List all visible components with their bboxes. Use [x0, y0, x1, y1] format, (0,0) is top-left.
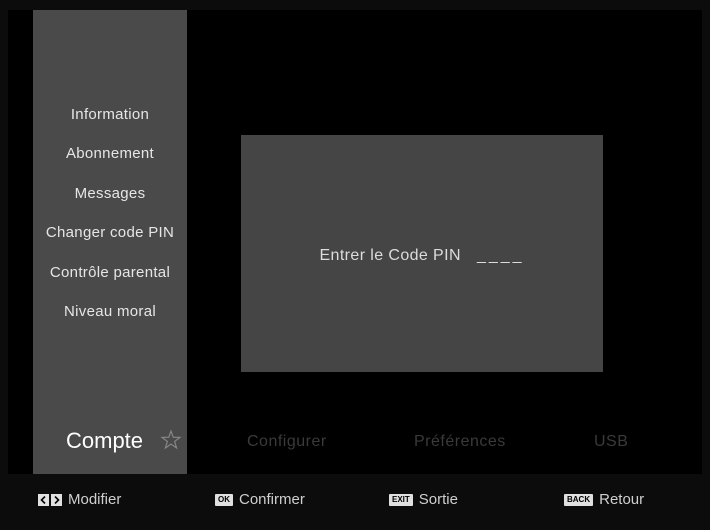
hint-sortie: EXIT Sortie	[389, 491, 458, 508]
sidebar-item-information[interactable]: Information	[33, 106, 187, 123]
sidebar-item-niveau-moral[interactable]: Niveau moral	[33, 303, 187, 320]
exit-key-icon: EXIT	[389, 493, 413, 506]
pin-entry-row: Entrer le Code PIN ____	[241, 247, 603, 265]
hint-sortie-label: Sortie	[418, 491, 458, 508]
hint-retour: BACK Retour	[564, 491, 644, 508]
account-sidebar: Information Abonnement Messages Changer …	[33, 10, 187, 474]
tab-configurer[interactable]: Configurer	[247, 433, 327, 451]
arrow-right-icon	[51, 493, 62, 506]
hint-confirmer-label: Confirmer	[239, 491, 305, 508]
sidebar-item-messages[interactable]: Messages	[33, 185, 187, 202]
sidebar-item-controle-parental[interactable]: Contrôle parental	[33, 264, 187, 281]
pin-prompt-label: Entrer le Code PIN	[319, 247, 461, 264]
hint-retour-label: Retour	[599, 491, 645, 508]
arrow-left-icon	[38, 493, 49, 506]
star-icon	[160, 429, 182, 450]
pin-input[interactable]: ____	[477, 247, 525, 264]
hint-modifier: Modifier	[38, 491, 121, 508]
tab-usb[interactable]: USB	[594, 433, 628, 451]
hint-modifier-label: Modifier	[68, 491, 122, 508]
tab-preferences[interactable]: Préférences	[414, 433, 506, 451]
hint-confirmer: OK Confirmer	[215, 491, 305, 508]
sidebar-item-abonnement[interactable]: Abonnement	[33, 145, 187, 162]
back-key-icon: BACK	[564, 493, 594, 506]
sidebar-item-changer-code-pin[interactable]: Changer code PIN	[33, 224, 187, 241]
ok-key-icon: OK	[215, 493, 233, 506]
tab-compte[interactable]: Compte	[66, 428, 143, 454]
pin-entry-dialog: Entrer le Code PIN ____	[241, 135, 603, 372]
footer-hints: Modifier OK Confirmer EXIT Sortie BACK R…	[0, 474, 710, 530]
